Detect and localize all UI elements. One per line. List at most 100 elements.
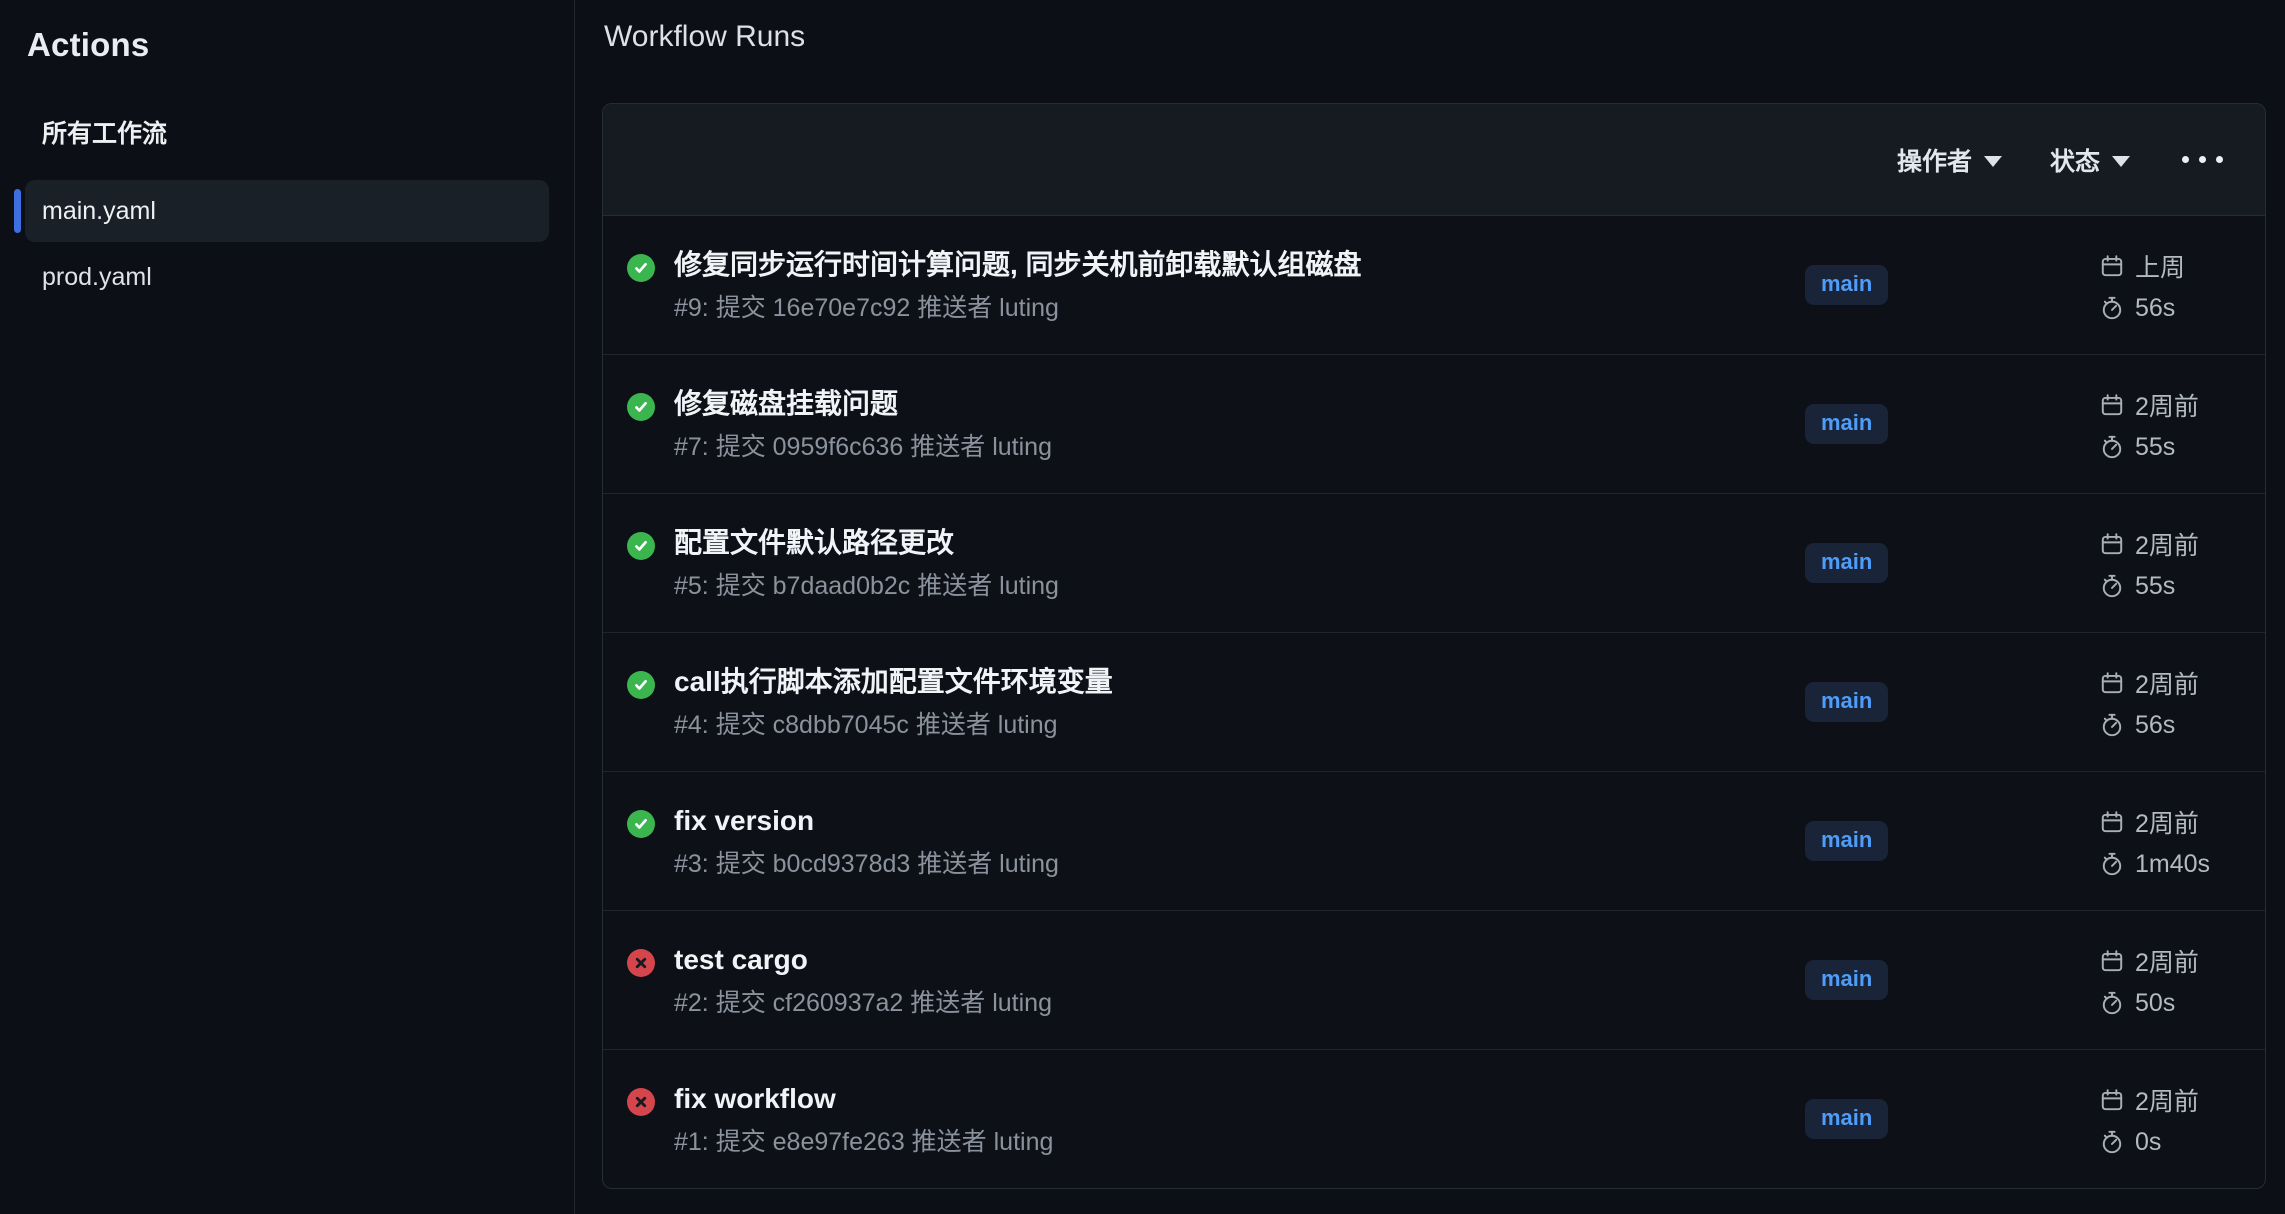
actions-page: Actions 所有工作流 main.yaml prod.yaml Workfl… bbox=[0, 0, 2285, 1214]
stopwatch-icon bbox=[2099, 851, 2125, 877]
status-filter-dropdown[interactable]: 状态 bbox=[2050, 142, 2130, 178]
ellipsis-icon[interactable] bbox=[2178, 148, 2227, 171]
runs-list: 修复同步运行时间计算问题, 同步关机前卸载默认组磁盘 #9: 提交 16e70e… bbox=[603, 216, 2265, 1188]
run-date-line: 2周前 bbox=[2099, 943, 2241, 979]
calendar-icon bbox=[2099, 253, 2125, 279]
workflow-run-row[interactable]: 配置文件默认路径更改 #5: 提交 b7daad0b2c 推送者 luting … bbox=[603, 494, 2265, 633]
run-title[interactable]: call执行脚本添加配置文件环境变量 bbox=[674, 663, 1113, 701]
stopwatch-icon bbox=[2099, 712, 2125, 738]
workflow-run-row[interactable]: call执行脚本添加配置文件环境变量 #4: 提交 c8dbb7045c 推送者… bbox=[603, 633, 2265, 772]
run-duration: 55s bbox=[2135, 572, 2175, 601]
run-branch-cell: main bbox=[1805, 543, 2066, 583]
run-duration-line: 55s bbox=[2099, 433, 2241, 462]
run-branch-cell: main bbox=[1805, 682, 2066, 722]
stopwatch-icon bbox=[2099, 1129, 2125, 1155]
calendar-icon bbox=[2099, 392, 2125, 418]
active-indicator-bar bbox=[14, 189, 21, 233]
run-duration-line: 56s bbox=[2099, 711, 2241, 740]
check-circle-icon bbox=[631, 675, 651, 695]
stopwatch-icon bbox=[2099, 434, 2125, 460]
run-duration: 50s bbox=[2135, 989, 2175, 1018]
sidebar-workflow-item[interactable]: prod.yaml bbox=[25, 246, 549, 308]
run-main: 修复同步运行时间计算问题, 同步关机前卸载默认组磁盘 #9: 提交 16e70e… bbox=[627, 246, 1805, 324]
x-circle-icon bbox=[631, 1092, 651, 1112]
run-commit-info: #7: 提交 0959f6c636 推送者 luting bbox=[674, 431, 1052, 463]
workflow-items: main.yaml prod.yaml bbox=[25, 180, 549, 308]
run-date-line: 2周前 bbox=[2099, 1082, 2241, 1118]
actor-filter-dropdown[interactable]: 操作者 bbox=[1897, 142, 2002, 178]
run-main: fix workflow #1: 提交 e8e97fe263 推送者 lutin… bbox=[627, 1080, 1805, 1158]
run-duration: 56s bbox=[2135, 294, 2175, 323]
sidebar-title: Actions bbox=[27, 26, 574, 64]
run-date: 2周前 bbox=[2135, 387, 2199, 423]
run-side-meta: 上周 56s bbox=[2066, 248, 2241, 323]
check-circle-icon bbox=[631, 536, 651, 556]
run-date: 2周前 bbox=[2135, 943, 2199, 979]
x-circle-icon bbox=[627, 949, 655, 977]
run-commit-info: #2: 提交 cf260937a2 推送者 luting bbox=[674, 987, 1052, 1019]
run-duration-line: 0s bbox=[2099, 1128, 2241, 1157]
run-text: call执行脚本添加配置文件环境变量 #4: 提交 c8dbb7045c 推送者… bbox=[674, 663, 1113, 741]
check-circle-icon bbox=[631, 814, 651, 834]
branch-badge[interactable]: main bbox=[1805, 404, 1888, 444]
stopwatch-icon bbox=[2099, 990, 2125, 1016]
run-date: 2周前 bbox=[2135, 526, 2199, 562]
run-title[interactable]: fix version bbox=[674, 802, 1059, 840]
workflow-run-row[interactable]: fix version #3: 提交 b0cd9378d3 推送者 luting… bbox=[603, 772, 2265, 911]
run-commit-info: #5: 提交 b7daad0b2c 推送者 luting bbox=[674, 570, 1059, 602]
check-circle-icon bbox=[631, 258, 651, 278]
branch-badge[interactable]: main bbox=[1805, 821, 1888, 861]
run-side-meta: 2周前 1m40s bbox=[2066, 804, 2241, 879]
run-duration: 1m40s bbox=[2135, 850, 2210, 879]
run-commit-info: #1: 提交 e8e97fe263 推送者 luting bbox=[674, 1126, 1053, 1158]
workflow-run-row[interactable]: 修复同步运行时间计算问题, 同步关机前卸载默认组磁盘 #9: 提交 16e70e… bbox=[603, 216, 2265, 355]
check-circle-icon bbox=[627, 671, 655, 699]
branch-badge[interactable]: main bbox=[1805, 543, 1888, 583]
run-date-line: 2周前 bbox=[2099, 804, 2241, 840]
branch-badge[interactable]: main bbox=[1805, 960, 1888, 1000]
run-date-line: 2周前 bbox=[2099, 665, 2241, 701]
check-circle-icon bbox=[627, 810, 655, 838]
sidebar-item-all-workflows[interactable]: 所有工作流 bbox=[42, 114, 549, 150]
run-title[interactable]: 修复同步运行时间计算问题, 同步关机前卸载默认组磁盘 bbox=[674, 246, 1362, 284]
calendar-icon bbox=[2099, 531, 2125, 557]
run-side-meta: 2周前 0s bbox=[2066, 1082, 2241, 1157]
run-branch-cell: main bbox=[1805, 1099, 2066, 1139]
run-branch-cell: main bbox=[1805, 960, 2066, 1000]
branch-badge[interactable]: main bbox=[1805, 265, 1888, 305]
run-title[interactable]: 配置文件默认路径更改 bbox=[674, 524, 1059, 562]
branch-badge[interactable]: main bbox=[1805, 682, 1888, 722]
run-title[interactable]: test cargo bbox=[674, 941, 1052, 979]
run-text: test cargo #2: 提交 cf260937a2 推送者 luting bbox=[674, 941, 1052, 1019]
x-circle-icon bbox=[631, 953, 651, 973]
run-text: fix version #3: 提交 b0cd9378d3 推送者 luting bbox=[674, 802, 1059, 880]
sidebar-workflow-item-active[interactable]: main.yaml bbox=[25, 180, 549, 242]
run-date: 上周 bbox=[2135, 248, 2185, 284]
workflow-run-row[interactable]: fix workflow #1: 提交 e8e97fe263 推送者 lutin… bbox=[603, 1050, 2265, 1188]
run-title[interactable]: fix workflow bbox=[674, 1080, 1053, 1118]
run-side-meta: 2周前 50s bbox=[2066, 943, 2241, 1018]
calendar-icon bbox=[2099, 809, 2125, 835]
run-duration-line: 56s bbox=[2099, 294, 2241, 323]
run-duration: 0s bbox=[2135, 1128, 2161, 1157]
run-commit-info: #3: 提交 b0cd9378d3 推送者 luting bbox=[674, 848, 1059, 880]
check-circle-icon bbox=[627, 532, 655, 560]
run-branch-cell: main bbox=[1805, 404, 2066, 444]
run-main: test cargo #2: 提交 cf260937a2 推送者 luting bbox=[627, 941, 1805, 1019]
run-date: 2周前 bbox=[2135, 804, 2199, 840]
run-date: 2周前 bbox=[2135, 665, 2199, 701]
run-title[interactable]: 修复磁盘挂载问题 bbox=[674, 385, 1052, 423]
check-circle-icon bbox=[627, 254, 655, 282]
check-circle-icon bbox=[631, 397, 651, 417]
run-commit-info: #9: 提交 16e70e7c92 推送者 luting bbox=[674, 292, 1362, 324]
run-date-line: 上周 bbox=[2099, 248, 2241, 284]
workflow-run-row[interactable]: 修复磁盘挂载问题 #7: 提交 0959f6c636 推送者 luting ma… bbox=[603, 355, 2265, 494]
workflow-runs-panel: 操作者 状态 修复同步运行时间计算问题, 同 bbox=[602, 103, 2266, 1189]
run-duration-line: 50s bbox=[2099, 989, 2241, 1018]
workflow-run-row[interactable]: test cargo #2: 提交 cf260937a2 推送者 luting … bbox=[603, 911, 2265, 1050]
branch-badge[interactable]: main bbox=[1805, 1099, 1888, 1139]
run-duration-line: 55s bbox=[2099, 572, 2241, 601]
run-date: 2周前 bbox=[2135, 1082, 2199, 1118]
run-text: 修复磁盘挂载问题 #7: 提交 0959f6c636 推送者 luting bbox=[674, 385, 1052, 463]
run-side-meta: 2周前 55s bbox=[2066, 387, 2241, 462]
